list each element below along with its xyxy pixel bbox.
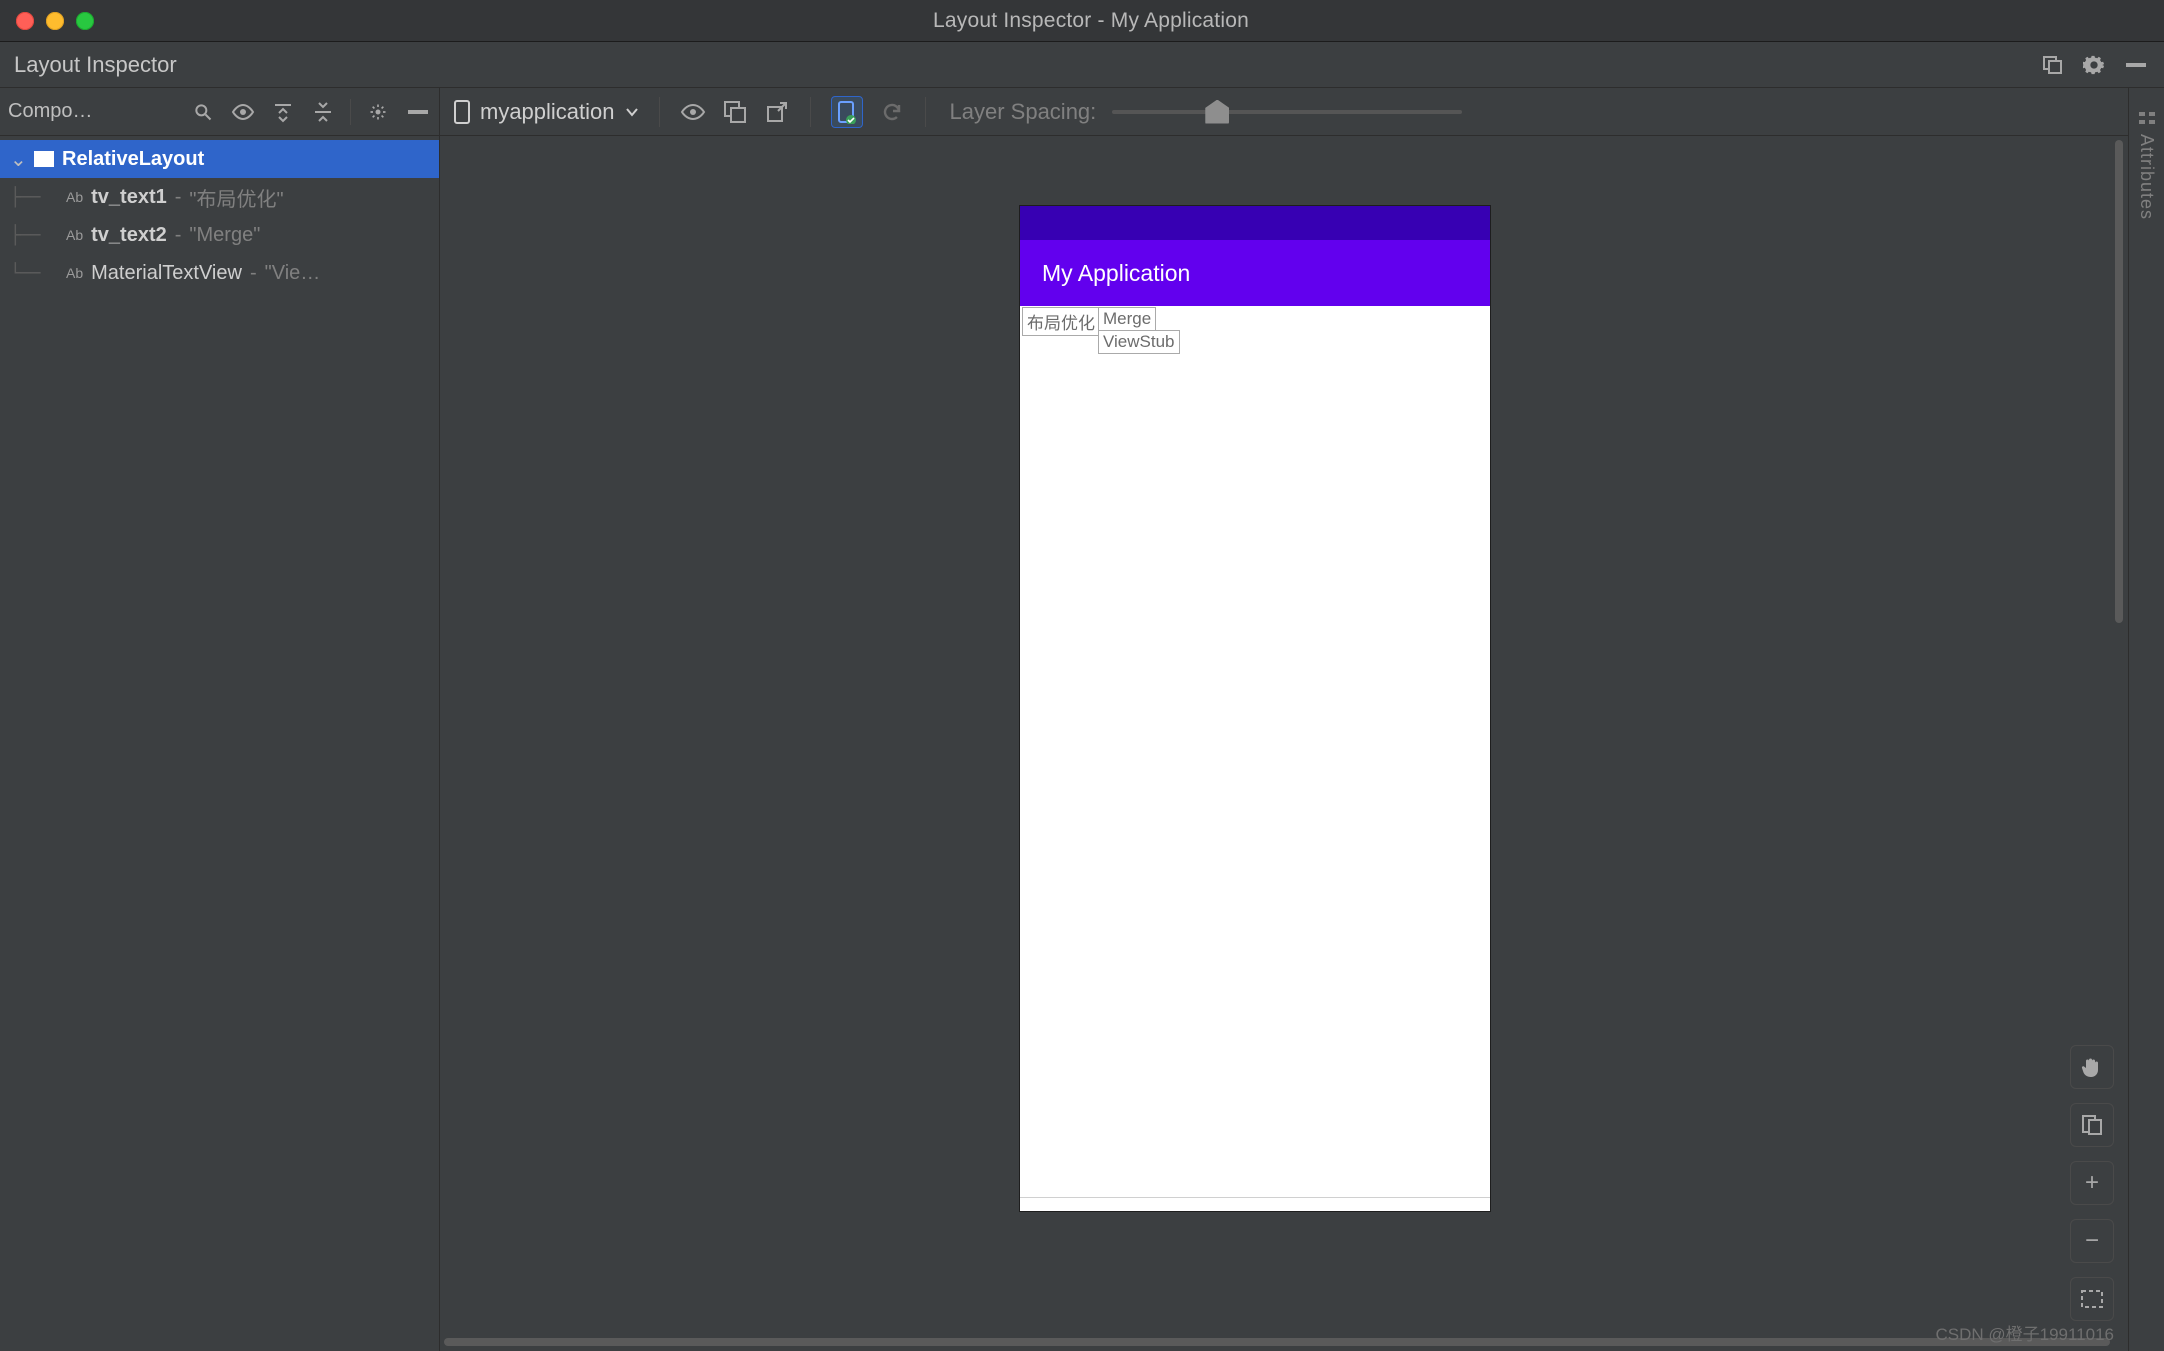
phone-app-title: My Application	[1042, 260, 1190, 287]
tree-hide-icon[interactable]	[405, 99, 431, 125]
live-updates-icon[interactable]	[680, 99, 706, 125]
scrollbar-thumb[interactable]	[2115, 140, 2123, 623]
phone-text-cell: 布局优化	[1022, 307, 1100, 336]
tree-row[interactable]: ⌄ RelativeLayout	[0, 140, 439, 178]
toolbar-separator	[350, 99, 351, 125]
tree-value-separator: -	[175, 224, 182, 247]
zoom-out-button[interactable]: −	[2070, 1219, 2114, 1263]
zoom-in-button[interactable]: +	[2070, 1161, 2114, 1205]
device-preview[interactable]: My Application 布局优化 Merge ViewStub	[1020, 206, 1490, 1211]
toolwindow-header: Layout Inspector	[0, 42, 2164, 88]
canvas-horizontal-scrollbar[interactable]	[444, 1337, 2110, 1347]
window-close-button[interactable]	[16, 12, 34, 30]
tree-expand-icon[interactable]: ⌄	[10, 147, 26, 172]
phone-icon	[454, 100, 470, 124]
tree-guide: ├──	[10, 225, 58, 246]
window-title: Layout Inspector - My Application	[94, 9, 2088, 33]
tree-row[interactable]: ├── Ab tv_text1 - "布局优化"	[0, 178, 439, 216]
component-tree-panel: Compo… ⌄RelativeLayout├──Abtv_text1 - "布…	[0, 88, 440, 1351]
toolwindow-title: Layout Inspector	[14, 52, 177, 78]
text-view-kind-icon: Ab	[66, 265, 83, 281]
toolbar-separator	[659, 97, 660, 127]
canvas-zoom-controls: + −	[2070, 1045, 2114, 1321]
text-view-kind-icon: Ab	[66, 227, 83, 243]
workspace: Compo… ⌄RelativeLayout├──Abtv_text1 - "布…	[0, 88, 2164, 1351]
filter-visibility-icon[interactable]	[230, 99, 256, 125]
phone-text-cell: Merge	[1098, 307, 1156, 331]
tree-guide: ├──	[10, 187, 58, 208]
slider-thumb[interactable]	[1205, 100, 1229, 124]
scrollbar-thumb[interactable]	[444, 1338, 2110, 1346]
component-tree-label: Compo…	[8, 100, 176, 123]
tree-node-value: "Merge"	[189, 224, 260, 247]
zoom-fit-button[interactable]	[2070, 1277, 2114, 1321]
toolbar-separator	[925, 97, 926, 127]
attributes-tab-label[interactable]: Attributes	[2136, 134, 2157, 220]
expand-all-icon[interactable]	[270, 99, 296, 125]
overlay-icon[interactable]	[722, 99, 748, 125]
phone-navbar	[1020, 1197, 1490, 1211]
chevron-down-icon	[625, 107, 639, 117]
screenshot-mode-toggle[interactable]	[831, 96, 863, 128]
phone-text-cell: ViewStub	[1098, 330, 1180, 354]
canvas-toolbar: myapplication Layer Spacing:	[440, 88, 2128, 136]
device-process-selector[interactable]: myapplication	[454, 99, 639, 125]
layout-icon	[34, 151, 54, 167]
layer-spacing-slider[interactable]	[1112, 97, 1462, 127]
restore-layout-button[interactable]	[2038, 51, 2066, 79]
tree-node-name: RelativeLayout	[62, 148, 204, 171]
canvas-vertical-scrollbar[interactable]	[2114, 140, 2124, 1347]
component-tree-toolbar: Compo…	[0, 88, 439, 136]
attributes-panel-collapsed[interactable]: Attributes	[2128, 88, 2164, 1351]
window-traffic-lights	[16, 12, 94, 30]
window-minimize-button[interactable]	[46, 12, 64, 30]
watermark-text: CSDN @橙子19911016	[1935, 1320, 2114, 1345]
layer-spacing-label: Layer Spacing:	[950, 99, 1097, 125]
tree-node-value: "布局优化"	[189, 183, 283, 212]
tree-settings-gear-icon[interactable]	[365, 99, 391, 125]
window-titlebar: Layout Inspector - My Application	[0, 0, 2164, 42]
tree-guide: └──	[10, 263, 58, 284]
tree-node-name: tv_text2	[91, 224, 167, 247]
text-view-kind-icon: Ab	[66, 189, 83, 205]
export-icon[interactable]	[764, 99, 790, 125]
device-process-name: myapplication	[480, 99, 615, 125]
canvas-viewport[interactable]: My Application 布局优化 Merge ViewStub	[440, 136, 2128, 1351]
phone-statusbar	[1020, 206, 1490, 240]
phone-appbar: My Application	[1020, 240, 1490, 306]
rotate-3d-button[interactable]	[2070, 1103, 2114, 1147]
collapse-all-icon[interactable]	[310, 99, 336, 125]
refresh-icon[interactable]	[879, 99, 905, 125]
tree-node-name: tv_text1	[91, 186, 167, 209]
tree-node-name: MaterialTextView	[91, 262, 242, 285]
component-tree[interactable]: ⌄RelativeLayout├──Abtv_text1 - "布局优化"├──…	[0, 136, 439, 1351]
tree-value-separator: -	[250, 262, 257, 285]
attributes-grip-icon	[2139, 112, 2155, 124]
hide-panel-button[interactable]	[2122, 51, 2150, 79]
toolbar-separator	[810, 97, 811, 127]
tree-row[interactable]: └── Ab MaterialTextView - "Vie…	[0, 254, 439, 292]
tree-node-value: "Vie…	[265, 262, 321, 285]
window-maximize-button[interactable]	[76, 12, 94, 30]
pan-mode-button[interactable]	[2070, 1045, 2114, 1089]
tree-row[interactable]: ├── Ab tv_text2 - "Merge"	[0, 216, 439, 254]
search-icon[interactable]	[190, 99, 216, 125]
settings-gear-icon[interactable]	[2080, 51, 2108, 79]
canvas-panel: myapplication Layer Spacing:	[440, 88, 2128, 1351]
tree-value-separator: -	[175, 186, 182, 209]
